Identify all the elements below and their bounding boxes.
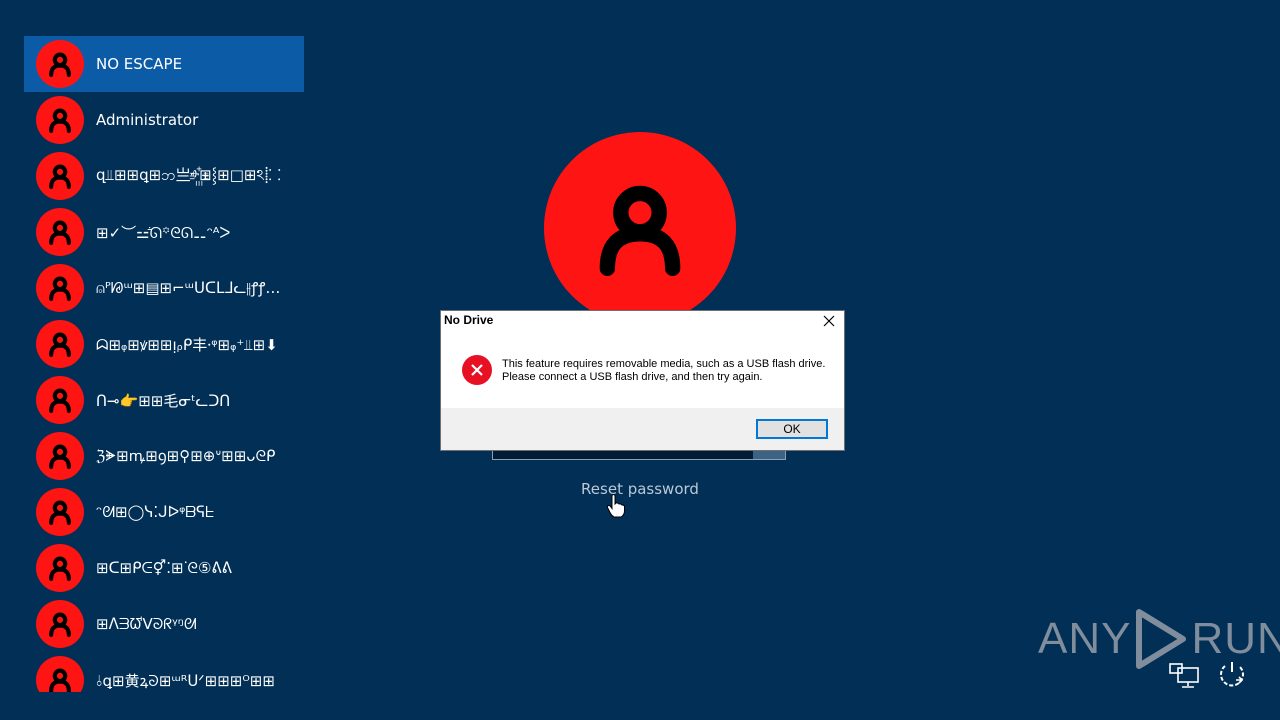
user-icon	[36, 376, 84, 424]
user-icon	[36, 208, 84, 256]
user-icon	[36, 488, 84, 536]
user-name: ⊞ᑕ⊞ᑭᕮ⚥⁚⊞ᐝᘓ⑤ᕕᕕ	[96, 559, 232, 577]
user-item[interactable]: ᵔᘛ⊞◯ᓭ⁚ᒍᐅᵠᗷᕋᖶ	[24, 484, 304, 540]
no-drive-dialog: No Drive This feature requires removable…	[440, 310, 845, 451]
user-icon	[36, 600, 84, 648]
user-icon	[36, 656, 84, 692]
user-icon	[599, 185, 681, 276]
user-icon	[36, 40, 84, 88]
user-icon	[36, 544, 84, 592]
power-icon[interactable]	[1216, 658, 1248, 690]
user-name: ᵔᘛ⊞◯ᓭ⁚ᒍᐅᵠᗷᕋᖶ	[96, 503, 215, 521]
dialog-message: This feature requires removable media, s…	[502, 358, 825, 384]
user-item[interactable]: ᗣ⊞ᵩ⊞ꝟ⊞⊞ᴉᵨᑭ丰⸱ᵠ⊞ᵩ⁺⫫⊞⬇	[24, 316, 304, 372]
user-icon	[36, 152, 84, 200]
user-name: NO ESCAPE	[96, 55, 183, 73]
user-name: ⫰ꝗ⊞黄ꝝᘐ⊞ᵚᴿᑌᐟ⊞⊞⊞ᴼ⊞⊞	[96, 671, 275, 690]
dialog-message-line1: This feature requires removable media, s…	[502, 358, 826, 370]
watermark-text-right: RUN	[1191, 614, 1280, 663]
watermark-text-left: ANY	[1038, 614, 1132, 663]
user-item-administrator[interactable]: Administrator	[24, 92, 304, 148]
user-item[interactable]: ⍝ᴾᘘᵚ⊞▤⊞⌐ᵚᑌᑕᒪᒧᓚ⫲ꝭꝭ‿⌐⸬	[24, 260, 304, 316]
error-icon	[462, 355, 492, 385]
user-item[interactable]: ℨᗙ⊞ꝳ⊞ꝯ⊞⚲⊞⊕ᐡ⊞⊞ᴗᘓᑭ	[24, 428, 304, 484]
user-item[interactable]: ⊞✓︶⚍ꜙᘏ꙳ᘓᘏ⚋ᵔᴬᐳ	[24, 204, 304, 260]
user-name: ℨᗙ⊞ꝳ⊞ꝯ⊞⚲⊞⊕ᐡ⊞⊞ᴗᘓᑭ	[96, 447, 276, 465]
close-button[interactable]	[816, 311, 842, 331]
user-name: զ⫫⊞⊞ꝗ⊞ဘ亗ⱚ꙲⊞⸾⊞□⊞ঽ⸽⸬	[96, 165, 281, 184]
user-icon	[36, 96, 84, 144]
user-icon	[36, 264, 84, 312]
user-icon	[36, 320, 84, 368]
user-name: ⍝ᴾᘘᵚ⊞▤⊞⌐ᵚᑌᑕᒪᒧᓚ⫲ꝭꝭ‿⌐⸬	[96, 279, 292, 297]
dialog-title: No Drive	[444, 313, 494, 327]
user-name: ᑎ⊸👉⊞⊞⽑ᓂᵗᓚᑐᑎ	[96, 391, 231, 410]
user-item[interactable]: ⊞ᐱᗱᘺⅤᘐᖇᵞᵑᘛ	[24, 596, 304, 652]
network-icon[interactable]	[1168, 658, 1200, 690]
user-item-no-escape[interactable]: NO ESCAPE	[24, 36, 304, 92]
user-item[interactable]: ⫰ꝗ⊞黄ꝝᘐ⊞ᵚᴿᑌᐟ⊞⊞⊞ᴼ⊞⊞	[24, 652, 304, 692]
bottom-right-controls	[1168, 658, 1248, 690]
reset-password-link[interactable]: Reset password	[540, 480, 740, 498]
dialog-message-line2: Please connect a USB flash drive, and th…	[502, 371, 763, 383]
hand-cursor-icon	[606, 494, 625, 518]
ok-button[interactable]: OK	[756, 419, 828, 439]
user-name: ⊞✓︶⚍ꜙᘏ꙳ᘓᘏ⚋ᵔᴬᐳ	[96, 223, 231, 242]
close-icon	[823, 315, 835, 327]
user-icon	[36, 432, 84, 480]
dialog-footer: OK	[441, 408, 844, 450]
user-list: NO ESCAPE Administrator զ⫫⊞⊞ꝗ⊞ဘ亗ⱚ꙲⊞⸾⊞□⊞ঽ…	[24, 36, 304, 692]
user-item[interactable]: ⊞ᑕ⊞ᑭᕮ⚥⁚⊞ᐝᘓ⑤ᕕᕕ	[24, 540, 304, 596]
user-item[interactable]: զ⫫⊞⊞ꝗ⊞ဘ亗ⱚ꙲⊞⸾⊞□⊞ঽ⸽⸬	[24, 148, 304, 204]
user-name: Administrator	[96, 111, 199, 129]
user-item[interactable]: ᑎ⊸👉⊞⊞⽑ᓂᵗᓚᑐᑎ	[24, 372, 304, 428]
user-name: ᗣ⊞ᵩ⊞ꝟ⊞⊞ᴉᵨᑭ丰⸱ᵠ⊞ᵩ⁺⫫⊞⬇	[96, 335, 278, 354]
user-name: ⊞ᐱᗱᘺⅤᘐᖇᵞᵑᘛ	[96, 615, 197, 633]
user-avatar-large	[544, 132, 736, 324]
